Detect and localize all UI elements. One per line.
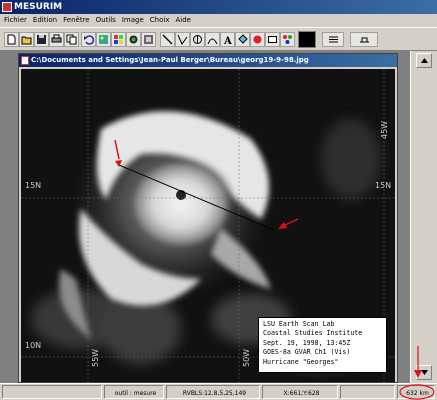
text-icon[interactable]: A xyxy=(220,32,235,47)
image-caption: LSU Earth Scan Lab Coastal Studies Insti… xyxy=(258,317,387,373)
lon-label: 45W xyxy=(380,120,389,139)
lat-label-right: 15N xyxy=(375,181,392,190)
menu-choix[interactable]: Choix xyxy=(146,14,172,27)
copy-icon[interactable] xyxy=(64,32,79,47)
caption-line: Sept. 19, 1998, 13:45Z xyxy=(263,338,351,347)
title-bar: MESURIM xyxy=(0,0,437,14)
measure-highlight xyxy=(399,346,435,400)
lat-label-left: 15N xyxy=(25,181,42,190)
black-swatch[interactable] xyxy=(298,31,316,48)
vertical-scrollbar[interactable] xyxy=(410,51,437,383)
status-bar: outil : mesure RVBLS:12,8,5,25,149 X:661… xyxy=(0,383,437,400)
menu-edition[interactable]: Edition xyxy=(29,14,59,27)
line-icon[interactable] xyxy=(160,32,175,47)
print-icon[interactable] xyxy=(49,32,64,47)
open-icon[interactable] xyxy=(19,32,34,47)
status-blank xyxy=(340,385,395,399)
lon-label: 55W xyxy=(91,348,100,367)
image-icon[interactable] xyxy=(96,32,111,47)
application-window: MESURIM Fichier Edition Fenêtre Outils Image… xyxy=(0,0,437,400)
caption-line: GOES-8a GVAR Ch1 (Vis) xyxy=(263,348,351,357)
toolbar: A xyxy=(0,27,437,51)
select-icon[interactable] xyxy=(190,32,205,47)
menu-fichier[interactable]: Fichier xyxy=(0,14,29,27)
scroll-up-icon[interactable] xyxy=(416,53,432,68)
document-icon xyxy=(21,56,29,65)
satellite-image[interactable]: 15N 15N 10N 55W 50W LSU Earth Scan Lab C… xyxy=(21,69,395,382)
undo-icon[interactable] xyxy=(81,32,96,47)
app-icon[interactable] xyxy=(2,2,12,12)
lon-label: 50W xyxy=(242,348,251,367)
status-rgb: RVBLS:12,8,5,25,149 xyxy=(166,385,260,399)
menu-outils[interactable]: Outils xyxy=(92,14,118,27)
image-window[interactable]: C:\Documents and Settings\Jean-Paul Berg… xyxy=(18,53,398,383)
caption-line: LSU Earth Scan Lab xyxy=(263,320,335,328)
palette-icon[interactable] xyxy=(111,32,126,47)
app-title: MESURIM xyxy=(14,2,63,12)
menu-aide[interactable]: Aide xyxy=(171,14,192,27)
svg-text:A: A xyxy=(223,36,232,45)
angle-icon[interactable] xyxy=(175,32,190,47)
fill-icon[interactable] xyxy=(235,32,250,47)
image-window-title: C:\Documents and Settings\Jean-Paul Berg… xyxy=(19,54,397,67)
image-file-path: C:\Documents and Settings\Jean-Paul Berg… xyxy=(31,56,309,64)
caption-line: Coastal Studies Institute xyxy=(263,329,363,338)
status-coords: X:661;Y:628 xyxy=(262,385,338,399)
curve-icon[interactable] xyxy=(205,32,220,47)
level-icon[interactable] xyxy=(350,32,378,47)
color-icon[interactable] xyxy=(280,32,295,47)
save-icon[interactable] xyxy=(34,32,49,47)
rectangle-icon[interactable] xyxy=(265,32,280,47)
status-tool: outil : mesure xyxy=(104,385,164,399)
contrast-icon[interactable] xyxy=(322,32,344,47)
menu-fenetre[interactable]: Fenêtre xyxy=(59,14,91,27)
caption-line: Hurricane "Georges" xyxy=(263,357,339,366)
lat-label-left-low: 10N xyxy=(25,341,42,350)
new-icon[interactable] xyxy=(4,32,19,47)
status-empty xyxy=(2,385,102,399)
menu-bar: Fichier Edition Fenêtre Outils Image Choix Aid… xyxy=(0,14,437,27)
eraser-icon[interactable] xyxy=(250,32,265,47)
zoom-icon[interactable] xyxy=(141,32,156,47)
stack-icon[interactable] xyxy=(126,32,141,47)
menu-image[interactable]: Image xyxy=(118,14,146,27)
